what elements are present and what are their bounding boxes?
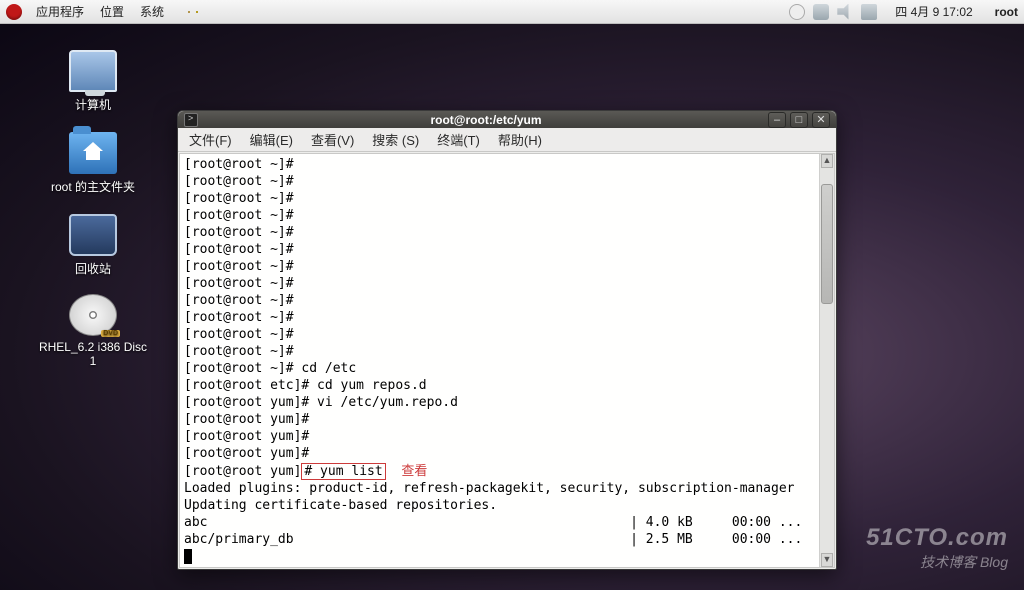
computer-icon [69, 50, 117, 92]
desktop-icon-label: 回收站 [38, 260, 148, 277]
terminal-app-icon [184, 113, 198, 127]
menu-search[interactable]: 搜索 (S) [363, 128, 428, 151]
home-folder-icon [69, 132, 117, 174]
desktop-icon-label: 计算机 [38, 96, 148, 113]
menu-terminal[interactable]: 终端(T) [428, 128, 489, 151]
disk-tray-icon[interactable] [813, 4, 829, 20]
trash-icon [69, 214, 117, 256]
menu-applications[interactable]: 应用程序 [28, 3, 92, 20]
dvd-disc-icon [69, 294, 117, 336]
redhat-logo-icon [6, 4, 22, 20]
highlighted-command: # yum list [301, 463, 385, 480]
close-button[interactable]: ✕ [812, 112, 830, 128]
top-panel: 应用程序 位置 系统 四 4月 9 17:02 root [0, 0, 1024, 24]
terminal-scrollbar[interactable]: ▲ ▼ [819, 154, 834, 567]
window-title: root@root:/etc/yum [204, 113, 768, 127]
terminal-cursor [184, 549, 192, 564]
menu-places[interactable]: 位置 [92, 3, 132, 20]
scroll-down-button[interactable]: ▼ [821, 553, 833, 567]
annotation-label: 查看 [401, 463, 427, 478]
desktop-icon-home[interactable]: root 的主文件夹 [38, 132, 148, 195]
user-menu[interactable]: root [995, 5, 1018, 19]
desktop-icon-trash[interactable]: 回收站 [38, 214, 148, 277]
scroll-thumb[interactable] [821, 184, 833, 304]
menu-edit[interactable]: 编辑(E) [241, 128, 302, 151]
minimize-button[interactable]: – [768, 112, 786, 128]
terminal-menubar: 文件(F) 编辑(E) 查看(V) 搜索 (S) 终端(T) 帮助(H) [178, 128, 836, 152]
maximize-button[interactable]: □ [790, 112, 808, 128]
volume-icon[interactable] [837, 4, 853, 20]
scroll-up-button[interactable]: ▲ [821, 154, 833, 168]
desktop-icon-label: RHEL_6.2 i386 Disc 1 [38, 340, 148, 368]
network-icon[interactable] [861, 4, 877, 20]
terminal-body[interactable]: [root@root ~]# [root@root ~]# [root@root… [179, 153, 835, 568]
menu-help[interactable]: 帮助(H) [489, 128, 551, 151]
window-titlebar[interactable]: root@root:/etc/yum – □ ✕ [178, 111, 836, 128]
system-tray: 四 4月 9 17:02 root [789, 3, 1018, 20]
menu-file[interactable]: 文件(F) [180, 128, 241, 151]
desktop-icon-computer[interactable]: 计算机 [38, 50, 148, 113]
system-monitor-icon[interactable] [789, 4, 805, 20]
terminal-window: root@root:/etc/yum – □ ✕ 文件(F) 编辑(E) 查看(… [177, 110, 837, 570]
menu-view[interactable]: 查看(V) [302, 128, 363, 151]
clock[interactable]: 四 4月 9 17:02 [895, 3, 972, 20]
mail-launcher-icon[interactable] [188, 11, 190, 13]
desktop-icon-disc[interactable]: RHEL_6.2 i386 Disc 1 [38, 294, 148, 368]
desktop-icon-label: root 的主文件夹 [38, 178, 148, 195]
notes-launcher-icon[interactable] [196, 11, 198, 13]
menu-system[interactable]: 系统 [132, 3, 172, 20]
terminal-output[interactable]: [root@root ~]# [root@root ~]# [root@root… [180, 154, 819, 567]
